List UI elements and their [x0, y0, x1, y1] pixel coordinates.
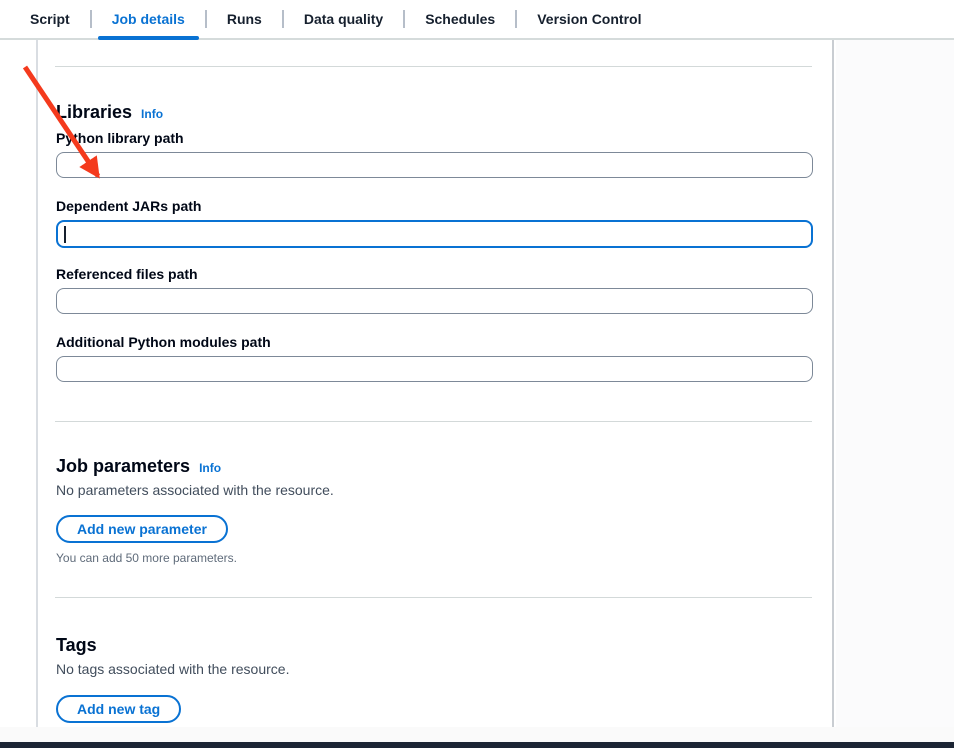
- job-parameters-info-link[interactable]: Info: [199, 461, 221, 475]
- bottom-dark-bar: [0, 742, 954, 748]
- add-new-parameter-button[interactable]: Add new parameter: [56, 515, 228, 543]
- libraries-info-link[interactable]: Info: [141, 107, 163, 121]
- right-gutter: [836, 40, 954, 742]
- add-new-tag-button[interactable]: Add new tag: [56, 695, 181, 723]
- job-details-page: Script Job details Runs Data quality Sch…: [0, 0, 954, 753]
- tab-script[interactable]: Script: [10, 0, 90, 38]
- job-parameters-title-text: Job parameters: [56, 456, 190, 477]
- tags-empty-text: No tags associated with the resource.: [56, 661, 289, 677]
- python-library-path-input[interactable]: [56, 152, 813, 178]
- python-library-path-label: Python library path: [56, 130, 184, 146]
- tab-schedules[interactable]: Schedules: [405, 0, 515, 38]
- referenced-files-path-label: Referenced files path: [56, 266, 198, 282]
- bottom-gutter: [0, 727, 954, 742]
- job-parameters-helper-text: You can add 50 more parameters.: [56, 551, 237, 565]
- tab-data-quality[interactable]: Data quality: [284, 0, 403, 38]
- tab-job-details[interactable]: Job details: [92, 0, 205, 38]
- tab-bar: Script Job details Runs Data quality Sch…: [0, 0, 954, 40]
- tags-title-text: Tags: [56, 635, 97, 656]
- dependent-jars-path-input[interactable]: [56, 220, 813, 248]
- additional-python-modules-path-input[interactable]: [56, 356, 813, 382]
- section-divider: [55, 597, 812, 598]
- section-divider: [55, 66, 812, 67]
- tags-section-title: Tags: [56, 635, 97, 656]
- job-parameters-section-title: Job parameters Info: [56, 456, 221, 477]
- section-divider: [55, 421, 812, 422]
- additional-python-modules-path-label: Additional Python modules path: [56, 334, 271, 350]
- libraries-section-title: Libraries Info: [56, 102, 163, 123]
- text-cursor: [64, 226, 66, 243]
- referenced-files-path-input[interactable]: [56, 288, 813, 314]
- libraries-title-text: Libraries: [56, 102, 132, 123]
- tab-runs[interactable]: Runs: [207, 0, 282, 38]
- job-details-panel: Libraries Info Python library path Depen…: [36, 40, 834, 727]
- dependent-jars-path-label: Dependent JARs path: [56, 198, 201, 214]
- tab-version-control[interactable]: Version Control: [517, 0, 661, 38]
- job-parameters-empty-text: No parameters associated with the resour…: [56, 482, 334, 498]
